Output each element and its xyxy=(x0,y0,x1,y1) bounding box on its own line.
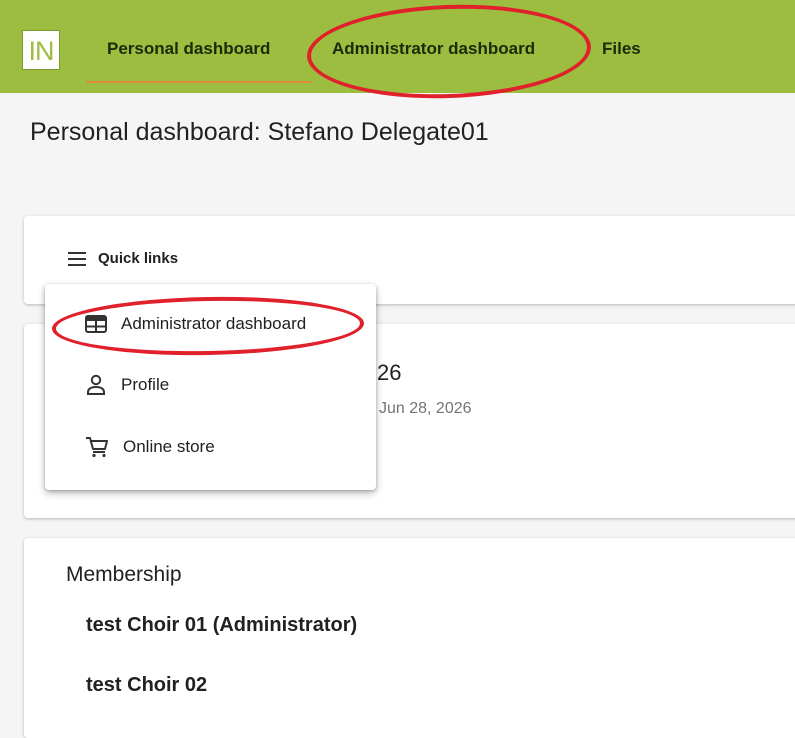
quick-links-button[interactable]: Quick links xyxy=(68,250,178,267)
app-logo[interactable]: IN xyxy=(22,30,60,70)
table-icon xyxy=(85,315,107,333)
tab-administrator-dashboard[interactable]: Administrator dashboard xyxy=(332,39,535,59)
menu-item-label: Online store xyxy=(123,437,215,456)
menu-item-label: Administrator dashboard xyxy=(121,314,307,333)
tab-personal-dashboard[interactable]: Personal dashboard xyxy=(107,39,270,59)
page-title: Personal dashboard: Stefano Delegate01 xyxy=(30,118,489,146)
tab-files[interactable]: Files xyxy=(602,39,641,59)
person-icon xyxy=(85,374,107,396)
cart-icon xyxy=(85,436,109,458)
top-app-bar: IN Personal dashboard Administrator dash… xyxy=(0,0,795,93)
quick-links-menu: Administrator dashboard Profile Online s… xyxy=(45,284,376,490)
membership-heading: Membership xyxy=(66,563,182,586)
menu-item-profile[interactable]: Profile xyxy=(85,374,169,396)
menu-item-online-store[interactable]: Online store xyxy=(85,436,215,458)
menu-item-label: Profile xyxy=(121,375,170,394)
membership-item[interactable]: test Choir 01 (Administrator) xyxy=(86,614,357,637)
membership-item[interactable]: test Choir 02 xyxy=(86,674,207,697)
menu-item-administrator-dashboard[interactable]: Administrator dashboard xyxy=(85,314,306,334)
event-date: Jun 28, 2026 xyxy=(379,400,472,417)
active-tab-indicator xyxy=(86,81,312,83)
menu-icon xyxy=(68,251,86,266)
event-title: 26 xyxy=(377,360,402,385)
quick-links-label: Quick links xyxy=(98,250,179,267)
